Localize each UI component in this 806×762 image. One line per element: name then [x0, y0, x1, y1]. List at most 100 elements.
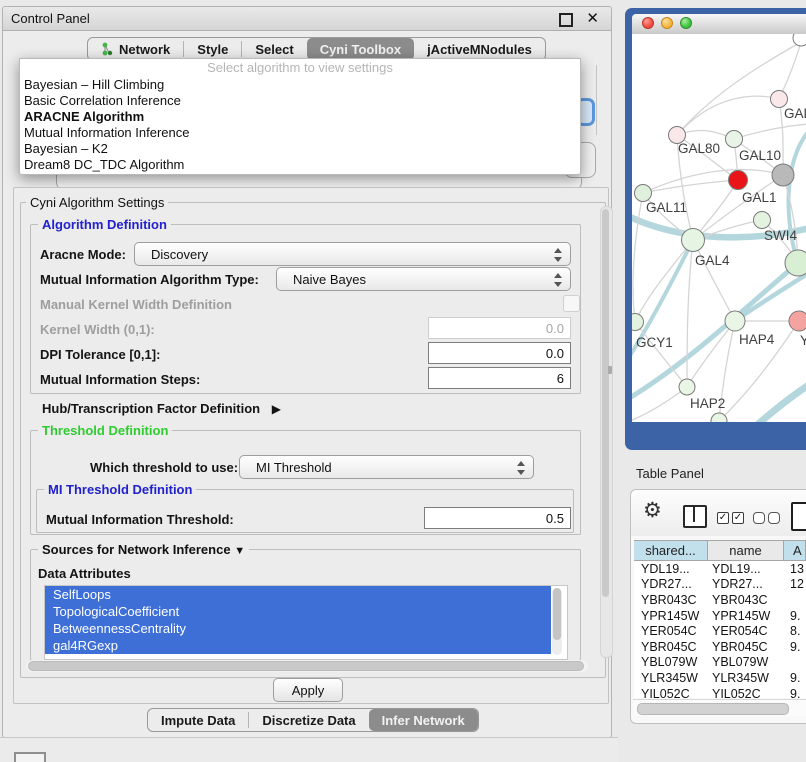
table-row[interactable]: YDL19...YDL19...13 [634, 561, 806, 577]
columns-icon[interactable] [683, 505, 707, 528]
combo-arrows-icon [516, 460, 525, 476]
minimize-traffic-light[interactable] [661, 17, 673, 29]
table-row[interactable]: YER054CYER054C8. [634, 623, 806, 639]
mi-steps-field[interactable]: 6 [428, 367, 571, 389]
algorithm-option[interactable]: Mutual Information Inference [20, 125, 580, 141]
tab-style[interactable]: Style [184, 38, 241, 60]
table-cell: 13 [784, 562, 806, 576]
network-node[interactable] [771, 91, 788, 108]
network-node[interactable] [789, 311, 806, 331]
manual-kernel-checkbox[interactable] [563, 295, 580, 312]
table-row[interactable]: YPR145WYPR145W9. [634, 608, 806, 624]
tab-select[interactable]: Select [242, 38, 306, 60]
network-node[interactable] [632, 314, 644, 331]
which-threshold-label: Which threshold to use: [90, 460, 238, 475]
node-table[interactable]: YDL19...YDL19...13YDR27...YDR27...12YBR0… [634, 561, 806, 698]
splitter-handle[interactable] [608, 366, 612, 374]
table-horizontal-scrollbar-thumb[interactable] [637, 703, 789, 715]
network-edge[interactable] [734, 124, 806, 139]
algorithm-option[interactable]: Bayesian – Hill Climbing [20, 77, 580, 93]
gear-icon[interactable]: ⚙ [643, 498, 662, 522]
attributes-scrollbar[interactable] [552, 588, 562, 655]
tab-impute-data[interactable]: Impute Data [148, 709, 248, 731]
settings-vertical-scrollbar-thumb[interactable] [602, 209, 609, 597]
network-node[interactable] [729, 171, 748, 190]
network-node[interactable] [772, 164, 794, 186]
kernel-width-field[interactable]: 0.0 [428, 317, 571, 339]
manual-kernel-label: Manual Kernel Width Definition [40, 297, 232, 312]
collapsed-panel-icon[interactable] [14, 752, 46, 762]
algorithm-option[interactable]: Basic Correlation Inference [20, 93, 580, 109]
network-node[interactable] [682, 229, 705, 252]
network-node[interactable] [725, 311, 745, 331]
network-node[interactable] [726, 131, 743, 148]
settings-horizontal-scrollbar-thumb[interactable] [28, 661, 584, 671]
attribute-item-selected[interactable]: SelfLoops [45, 586, 551, 603]
deselect-all-checkbox-icon[interactable] [768, 512, 780, 524]
attribute-item-selected[interactable]: BetweennessCentrality [45, 620, 551, 637]
table-row[interactable]: YBR045CYBR045C9. [634, 639, 806, 655]
close-traffic-light[interactable] [642, 17, 654, 29]
network-node[interactable] [754, 212, 771, 229]
node-label: HAP2 [690, 396, 725, 411]
settings-horizontal-scrollbar[interactable] [26, 660, 588, 672]
table-row[interactable]: YDR27...YDR27...12 [634, 577, 806, 593]
column-header-name[interactable]: name [708, 541, 784, 560]
table-row[interactable]: YBR043CYBR043C [634, 592, 806, 608]
tab-infer-network[interactable]: Infer Network [369, 709, 478, 731]
new-table-icon[interactable] [791, 502, 806, 531]
bottom-strip [0, 737, 618, 762]
algorithm-option[interactable]: Bayesian – K2 [20, 141, 580, 157]
column-header-shared-name[interactable]: shared... [634, 541, 708, 560]
network-node[interactable] [679, 379, 695, 395]
network-edge[interactable] [687, 240, 693, 387]
settings-vertical-scrollbar[interactable] [600, 206, 613, 658]
network-node[interactable] [635, 185, 652, 202]
which-threshold-select[interactable]: MI Threshold [239, 455, 534, 479]
table-row[interactable]: YBL079WYBL079W [634, 655, 806, 671]
data-attributes-list[interactable]: SelfLoopsTopologicalCoefficientBetweenne… [44, 585, 568, 660]
select-all-checkbox-icon[interactable]: ✓ [732, 512, 744, 524]
network-edge[interactable] [635, 240, 693, 322]
network-node[interactable] [711, 413, 727, 422]
network-node[interactable] [793, 34, 806, 46]
network-edge-thick[interactable] [756, 384, 806, 422]
table-cell: YDR27... [634, 577, 708, 591]
table-row[interactable]: YIL052CYIL052C9. [634, 686, 806, 698]
network-edge[interactable] [779, 42, 801, 99]
algorithm-list: Bayesian – Hill ClimbingBasic Correlatio… [20, 77, 580, 173]
collapse-arrow-icon[interactable]: ▼ [234, 545, 245, 557]
attributes-scrollbar-thumb[interactable] [553, 588, 561, 640]
algorithm-dropdown-popup: Select algorithm to view settings Bayesi… [19, 58, 581, 175]
tab-discretize-data[interactable]: Discretize Data [249, 709, 368, 731]
table-cell: YDL19... [708, 562, 784, 576]
table-cell: YBL079W [708, 655, 784, 669]
tab-network[interactable]: Network [88, 38, 183, 60]
close-icon[interactable]: ✕ [586, 9, 599, 27]
algorithm-option[interactable]: Dream8 DC_TDC Algorithm [20, 157, 580, 173]
network-node[interactable] [785, 250, 806, 276]
attribute-item-selected[interactable]: TopologicalCoefficient [45, 603, 551, 620]
network-edge[interactable] [633, 193, 643, 322]
tab-jactivemnodules[interactable]: jActiveMNodules [414, 38, 545, 60]
table-horizontal-scrollbar[interactable] [633, 699, 806, 716]
algorithm-option[interactable]: ARACNE Algorithm [20, 109, 580, 125]
hub-definition-toggle[interactable]: Hub/Transcription Factor Definition ▶ [42, 401, 281, 416]
network-edge[interactable] [677, 96, 779, 135]
column-header-truncated[interactable]: A [784, 541, 806, 560]
table-row[interactable]: YLR345WYLR345W9. [634, 670, 806, 686]
dpi-tolerance-field[interactable]: 0.0 [428, 342, 571, 364]
tab-cyni-toolbox[interactable]: Cyni Toolbox [307, 38, 414, 60]
apply-button[interactable]: Apply [273, 678, 343, 702]
select-all-checkbox-icon[interactable]: ✓ [717, 512, 729, 524]
dropdown-prompt: Select algorithm to view settings [20, 59, 580, 77]
deselect-all-checkbox-icon[interactable] [753, 512, 765, 524]
mi-threshold-field[interactable]: 0.5 [424, 507, 571, 529]
zoom-traffic-light[interactable] [680, 17, 692, 29]
aracne-mode-select[interactable]: Discovery [134, 242, 571, 266]
network-canvas[interactable]: GALGAL80GAL10GAL1GAL11SWI4GAL4GCY1HAP4YH… [632, 34, 806, 422]
network-window-titlebar[interactable] [632, 14, 806, 35]
mi-type-select[interactable]: Naive Bayes [276, 267, 571, 291]
float-window-icon[interactable] [559, 13, 573, 27]
attribute-item-selected[interactable]: gal4RGexp [45, 637, 551, 654]
